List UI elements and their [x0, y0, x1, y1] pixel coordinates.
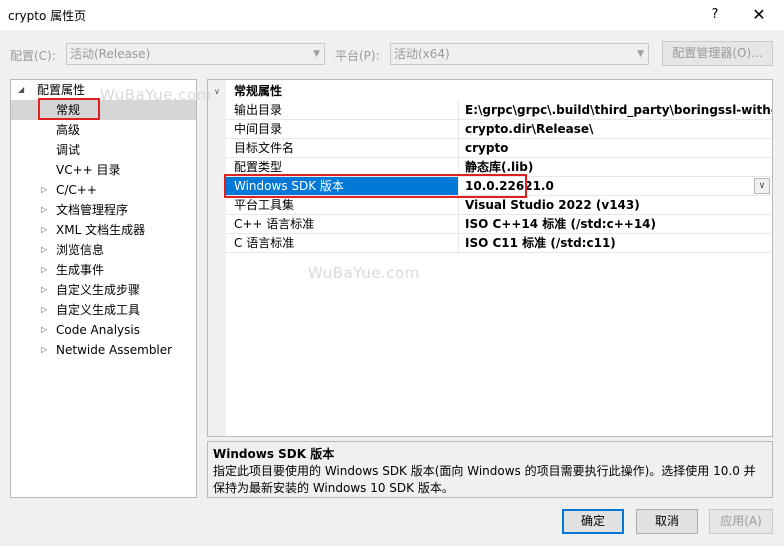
watermark: WuBaYue.com: [100, 86, 212, 104]
property-name: 平台工具集: [234, 198, 295, 212]
expand-arrow-icon[interactable]: ▷: [41, 340, 51, 360]
property-name: C++ 语言标准: [234, 217, 315, 231]
help-button[interactable]: ?: [704, 5, 726, 25]
row-divider: [226, 252, 772, 253]
tree-item-label: 自定义生成步骤: [56, 283, 141, 297]
property-value: crypto.dir\Release\: [465, 122, 594, 136]
expand-arrow-icon[interactable]: ▷: [41, 220, 51, 240]
chevron-down-icon: ▼: [637, 49, 644, 59]
property-row[interactable]: C 语言标准 ISO C11 标准 (/std:c11): [226, 234, 772, 253]
highlight-box: [38, 98, 100, 120]
platform-select[interactable]: 活动(x64) ▼: [390, 43, 649, 65]
property-name: 中间目录: [234, 122, 283, 136]
property-name: 输出目录: [234, 103, 283, 117]
tree-item[interactable]: ▷ XML 文档生成器: [11, 220, 196, 240]
tree-item[interactable]: ▷ 浏览信息: [11, 240, 196, 260]
column-divider: [458, 196, 459, 215]
tree-item-label: 生成事件: [56, 263, 105, 277]
tree-item-label: Code Analysis: [56, 323, 140, 337]
tree-item[interactable]: ▷ Netwide Assembler: [11, 340, 196, 360]
dropdown-arrow-icon[interactable]: ∨: [754, 178, 770, 194]
expand-arrow-icon[interactable]: ▷: [41, 320, 51, 340]
property-grid: ∨ 常规属性 输出目录 E:\grpc\grpc\.build\third_par…: [207, 79, 773, 437]
column-divider: [458, 234, 459, 253]
column-divider: [458, 120, 459, 139]
watermark: WuBaYue.com: [308, 264, 420, 282]
property-value: crypto: [465, 141, 509, 155]
property-value: E:\grpc\grpc\.build\third_party\boringss…: [465, 103, 772, 117]
collapse-arrow-icon[interactable]: ∨: [214, 82, 224, 102]
title-bar: crypto 属性页 ? ✕: [0, 0, 784, 30]
description-text: 指定此项目要使用的 Windows SDK 版本(面向 Windows 的项目需…: [213, 464, 756, 495]
tree-item-label: 自定义生成工具: [56, 303, 141, 317]
tree-item[interactable]: 调试: [11, 140, 196, 160]
property-name: C 语言标准: [234, 236, 295, 250]
expand-arrow-icon[interactable]: ▷: [41, 200, 51, 220]
tree-item-label: Netwide Assembler: [56, 343, 173, 357]
tree-item[interactable]: ▷ 自定义生成工具: [11, 300, 196, 320]
config-select[interactable]: 活动(Release) ▼: [66, 43, 325, 65]
property-tree: ◢ 配置属性 常规 高级 调试 VC++ 目录 ▷ C/C++ ▷ 文档管理程序 ▷ XML 文档…: [10, 79, 197, 498]
config-label: 配置(C):: [10, 49, 56, 63]
column-divider: [458, 215, 459, 234]
description-panel: Windows SDK 版本 指定此项目要使用的 Windows SDK 版本(…: [207, 441, 773, 498]
apply-button[interactable]: 应用(A): [709, 509, 773, 534]
section-title: 常规属性: [234, 84, 283, 98]
tree-item[interactable]: ▷ C/C++: [11, 180, 196, 200]
chevron-down-icon: ▼: [313, 49, 320, 59]
expand-arrow-icon[interactable]: ▷: [41, 180, 51, 200]
property-value: ISO C++14 标准 (/std:c++14): [465, 217, 656, 231]
tree-root-label: 配置属性: [37, 83, 86, 97]
expand-arrow-icon[interactable]: ▷: [41, 240, 51, 260]
description-title: Windows SDK 版本: [213, 447, 335, 461]
column-divider: [458, 139, 459, 158]
tree-item-label: XML 文档生成器: [56, 223, 146, 237]
property-value: ISO C11 标准 (/std:c11): [465, 236, 616, 250]
window-title: crypto 属性页: [8, 9, 87, 23]
expanded-arrow-icon[interactable]: ◢: [18, 80, 28, 100]
property-row[interactable]: 目标文件名 crypto: [226, 139, 772, 158]
tree-item[interactable]: ▷ 文档管理程序: [11, 200, 196, 220]
property-name: 目标文件名: [234, 141, 295, 155]
property-row[interactable]: 输出目录 E:\grpc\grpc\.build\third_party\bori…: [226, 101, 772, 120]
expand-arrow-icon[interactable]: ▷: [41, 260, 51, 280]
property-row[interactable]: C++ 语言标准 ISO C++14 标准 (/std:c++14): [226, 215, 772, 234]
section-header[interactable]: ∨ 常规属性: [214, 82, 772, 101]
config-select-value: 活动(Release): [70, 47, 151, 61]
tree-item-label: C/C++: [56, 183, 97, 197]
expand-arrow-icon[interactable]: ▷: [41, 300, 51, 320]
tree-item-label: 调试: [56, 143, 81, 157]
close-icon[interactable]: ✕: [744, 4, 774, 26]
config-manager-button[interactable]: 配置管理器(O)...: [662, 41, 773, 66]
tree-item-label: 浏览信息: [56, 243, 105, 257]
tree-item[interactable]: ▷ 生成事件: [11, 260, 196, 280]
tree-item[interactable]: ▷ Code Analysis: [11, 320, 196, 340]
cancel-button[interactable]: 取消: [636, 509, 698, 534]
tree-item[interactable]: 高级: [11, 120, 196, 140]
tree-item[interactable]: ▷ 自定义生成步骤: [11, 280, 196, 300]
highlight-box: [224, 174, 527, 198]
ok-button[interactable]: 确定: [562, 509, 624, 534]
property-row[interactable]: 中间目录 crypto.dir\Release\: [226, 120, 772, 139]
tree-item-label: VC++ 目录: [56, 163, 121, 177]
grid-margin: [208, 80, 226, 436]
platform-select-value: 活动(x64): [394, 47, 450, 61]
property-value: Visual Studio 2022 (v143): [465, 198, 640, 212]
tree-item-label: 高级: [56, 123, 81, 137]
tree-item-label: 文档管理程序: [56, 203, 129, 217]
expand-arrow-icon[interactable]: ▷: [41, 280, 51, 300]
column-divider: [458, 101, 459, 120]
property-row[interactable]: 平台工具集 Visual Studio 2022 (v143): [226, 196, 772, 215]
tree-item[interactable]: VC++ 目录: [11, 160, 196, 180]
platform-label: 平台(P):: [335, 49, 380, 63]
